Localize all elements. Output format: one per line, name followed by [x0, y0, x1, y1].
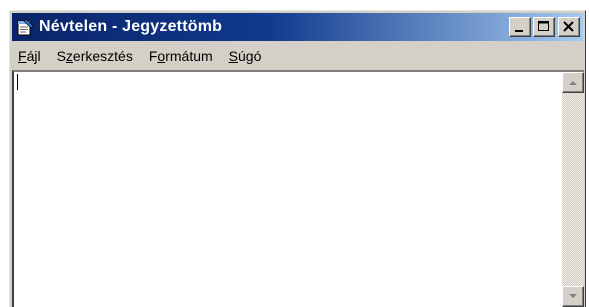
menu-file-label: ájl — [26, 48, 41, 64]
menu-help-label: úgó — [238, 48, 262, 64]
menu-edit[interactable]: Szerkesztés — [49, 44, 141, 68]
editor-frame — [12, 70, 584, 307]
minimize-icon — [515, 30, 523, 32]
maximize-icon — [538, 21, 549, 31]
arrow-down-icon — [569, 294, 577, 298]
menu-file[interactable]: Fájl — [12, 44, 49, 68]
window-title: Névtelen - Jegyzettömb — [39, 18, 223, 35]
menu-edit-label: erkesztés — [72, 48, 133, 64]
window-controls — [509, 17, 580, 37]
menu-edit-prefix: S — [56, 48, 66, 64]
minimize-button[interactable] — [509, 17, 531, 37]
menu-file-accel: F — [18, 48, 27, 64]
menu-help-accel: S — [228, 48, 238, 64]
text-caret — [17, 74, 18, 90]
text-editor[interactable] — [14, 72, 562, 307]
close-icon — [563, 21, 574, 32]
arrow-up-icon — [569, 81, 577, 85]
menu-format-label: rmátum — [165, 48, 213, 64]
menu-format[interactable]: Formátum — [141, 44, 221, 68]
scroll-down-button[interactable] — [562, 286, 584, 307]
scroll-up-button[interactable] — [562, 72, 584, 93]
menu-help[interactable]: Súgó — [221, 44, 270, 68]
maximize-button[interactable] — [533, 17, 555, 37]
close-button[interactable] — [558, 17, 580, 37]
menu-edit-accel: z — [65, 48, 73, 64]
notepad-icon[interactable] — [15, 17, 35, 37]
vertical-scrollbar[interactable] — [562, 72, 584, 307]
notepad-window: Névtelen - Jegyzettömb Fájl Szerkesztés … — [9, 10, 586, 307]
title-bar[interactable]: Névtelen - Jegyzettömb — [12, 13, 583, 41]
menu-bar: Fájl Szerkesztés Formátum Súgó — [12, 44, 583, 68]
